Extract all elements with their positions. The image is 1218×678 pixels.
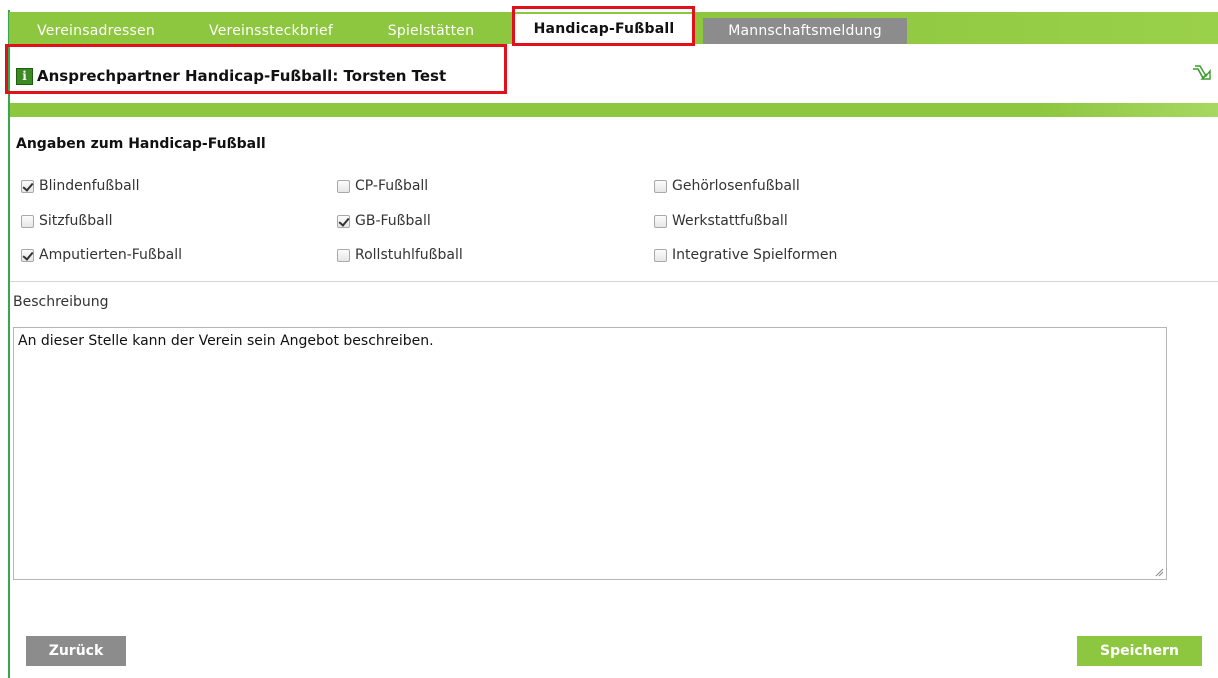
checkbox-sitzfussball[interactable]: Sitzfußball — [21, 213, 112, 229]
tab-vereinssteckbrief[interactable]: Vereinssteckbrief — [186, 18, 356, 44]
checkbox-box[interactable] — [337, 179, 350, 193]
section-separator-bar — [10, 103, 1218, 117]
checkbox-cp-fussball[interactable]: CP-Fußball — [337, 178, 428, 194]
checkbox-box[interactable] — [337, 248, 350, 262]
section-title: Angaben zum Handicap-Fußball — [16, 136, 266, 152]
checkbox-label: CP-Fußball — [355, 178, 429, 194]
description-text: An dieser Stelle kann der Verein sein An… — [18, 333, 434, 349]
checkbox-gehoerlosenfussball[interactable]: Gehörlosenfußball — [654, 178, 800, 194]
checkbox-box[interactable] — [654, 179, 667, 193]
checkbox-label: Werkstattfußball — [672, 213, 788, 229]
checkbox-label: Sitzfußball — [39, 213, 113, 229]
forward-arrow-icon[interactable] — [1188, 62, 1214, 88]
checkbox-box[interactable] — [21, 248, 34, 262]
checkbox-label: Rollstuhlfußball — [355, 247, 463, 263]
checkbox-amputierten-fussball[interactable]: Amputierten-Fußball — [21, 247, 182, 263]
checkbox-box[interactable] — [337, 214, 350, 228]
checkbox-box[interactable] — [654, 248, 667, 262]
description-label: Beschreibung — [13, 294, 109, 310]
checkbox-werkstattfussball[interactable]: Werkstattfußball — [654, 213, 788, 229]
tab-spielstaetten[interactable]: Spielstätten — [366, 18, 496, 44]
checkbox-label: Blindenfußball — [39, 178, 140, 194]
checkbox-box[interactable] — [21, 179, 34, 193]
checkbox-blindenfussball[interactable]: Blindenfußball — [21, 178, 140, 194]
back-button[interactable]: Zurück — [26, 636, 126, 666]
checkbox-label: Integrative Spielformen — [672, 247, 838, 263]
checkbox-label: Gehörlosenfußball — [672, 178, 800, 194]
contact-text: Ansprechpartner Handicap-Fußball: Torste… — [37, 67, 447, 85]
checkbox-label: GB-Fußball — [355, 213, 431, 229]
save-button[interactable]: Speichern — [1077, 636, 1202, 666]
checkbox-box[interactable] — [21, 214, 34, 228]
checkbox-integrative-spielformen[interactable]: Integrative Spielformen — [654, 247, 837, 263]
contact-line: i Ansprechpartner Handicap-Fußball: Tors… — [16, 65, 446, 87]
checkbox-gb-fussball[interactable]: GB-Fußball — [337, 213, 431, 229]
checkbox-rollstuhlfussball[interactable]: Rollstuhlfußball — [337, 247, 463, 263]
tab-mannschaftsmeldung[interactable]: Mannschaftsmeldung — [703, 18, 907, 44]
checkbox-label: Amputierten-Fußball — [39, 247, 182, 263]
info-icon: i — [16, 67, 33, 85]
divider — [10, 281, 1218, 282]
description-textarea[interactable]: An dieser Stelle kann der Verein sein An… — [13, 327, 1167, 580]
tab-vereinsadressen[interactable]: Vereinsadressen — [16, 18, 176, 44]
resize-grip-icon[interactable] — [1154, 567, 1164, 577]
tab-highlight-box — [512, 6, 695, 46]
checkbox-box[interactable] — [654, 214, 667, 228]
